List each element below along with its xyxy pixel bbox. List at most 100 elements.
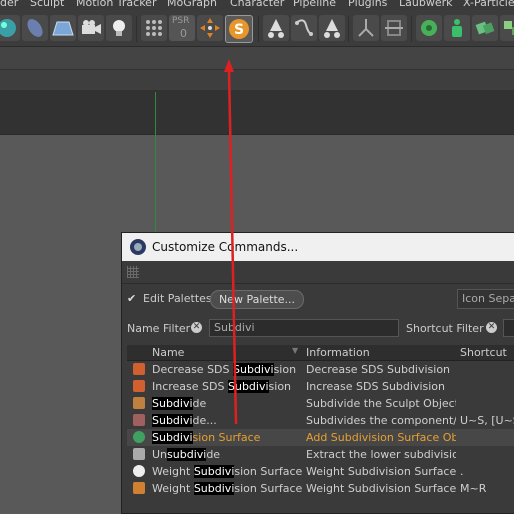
command-information: Increase SDS Subdivision	[306, 380, 446, 393]
table-row[interactable]: Increase SDS Subdivision Increase SDS Sub…	[127, 378, 514, 395]
viewport-header	[0, 90, 514, 135]
name-filter-input[interactable]: Subdivi	[209, 319, 399, 337]
dialog-title: Customize Commands...	[152, 240, 299, 254]
command-shortcut: .	[460, 465, 464, 478]
svg-text:S: S	[234, 22, 244, 38]
shortcut-filter-input[interactable]	[503, 319, 514, 337]
subdivision-s-icon[interactable]: S	[225, 15, 253, 43]
secondary-toolbar	[0, 47, 514, 70]
menu-item-laubwerk[interactable]: Laubwerk	[399, 0, 452, 9]
y-axis-line	[155, 92, 156, 235]
ik-icon[interactable]	[353, 15, 379, 41]
command-information: Weight Subdivision Surface	[306, 482, 456, 495]
command-name-prefix: Decrease SDS	[152, 363, 234, 376]
cone-generator-icon[interactable]	[319, 15, 345, 41]
command-name: Weight Subdivision Surface	[152, 482, 302, 495]
command-name-match: Subdivi	[227, 380, 269, 393]
command-name-match: Subdivi	[193, 465, 235, 478]
menu-item-mograph[interactable]: MoGraph	[167, 0, 217, 9]
viewport-menu-strip	[0, 70, 514, 90]
command-name-suffix: sion	[273, 363, 297, 376]
menu-item-plugins[interactable]: Plugins	[348, 0, 387, 9]
grip-handle-icon[interactable]	[127, 266, 139, 278]
cone-icon[interactable]	[263, 15, 289, 41]
command-name-prefix: Un	[152, 448, 168, 461]
menu-item-x-particles[interactable]: X-Particles	[463, 0, 514, 9]
command-name-prefix: Weight	[152, 465, 194, 478]
palette-options-row: ✔ Edit Palettes New Palette... Icon Sepa…	[122, 283, 514, 314]
table-row[interactable]: Subdivision Surface Add Subdivision Surfa…	[127, 429, 514, 446]
clear-shortcut-filter-icon[interactable]: ✕	[486, 322, 497, 333]
command-name-match: Subdivi	[233, 363, 274, 376]
command-name-suffix: sion Surface	[234, 482, 303, 495]
psr-icon[interactable]: PSR 0	[169, 15, 195, 41]
command-name-suffix: sion Surface	[234, 465, 303, 478]
floor-grid-icon[interactable]	[50, 15, 76, 41]
table-row[interactable]: Subdivide Subdivide the Sculpt Object u	[127, 395, 514, 412]
command-name: Decrease SDS Subdivision	[152, 363, 296, 376]
cinema4d-logo-icon	[130, 239, 146, 255]
light-icon[interactable]	[106, 15, 132, 41]
command-name-prefix: Weight	[152, 482, 194, 495]
command-name: Subdivide	[152, 397, 206, 410]
blocks-icon[interactable]	[500, 15, 514, 41]
edit-palettes-label: Edit Palettes	[143, 292, 212, 305]
table-row[interactable]: Unsubdivide Extract the lower subdivision	[127, 446, 514, 463]
menu-item-motion-tracker[interactable]: Motion Tracker	[76, 0, 156, 9]
command-information: Subdivides the component/o	[306, 414, 456, 427]
dialog-title-bar[interactable]: Customize Commands...	[122, 233, 514, 261]
clear-name-filter-icon[interactable]: ✕	[191, 322, 202, 333]
column-header-name[interactable]: Name	[152, 346, 184, 359]
main-toolbar: PSR 0 S	[0, 10, 514, 47]
command-shortcut: M~R	[460, 482, 487, 495]
menu-item-character[interactable]: Character	[230, 0, 284, 9]
shortcut-filter-label: Shortcut Filter	[406, 322, 484, 335]
command-name-suffix: de	[206, 448, 221, 461]
transform-icon[interactable]	[197, 15, 223, 41]
column-header-shortcut[interactable]: Shortcut	[460, 346, 507, 359]
unsubdivide-icon	[133, 448, 145, 460]
command-name: Subdivision Surface	[152, 431, 260, 444]
decrease-sds-icon	[133, 363, 145, 375]
command-name: Subdivide...	[152, 414, 217, 427]
icon-separator-dropdown[interactable]: Icon Separ	[457, 289, 514, 309]
spline-icon[interactable]	[291, 15, 317, 41]
command-name: Unsubdivide	[152, 448, 220, 461]
table-row[interactable]: Weight Subdivision Surface Weight Subdivi…	[127, 480, 514, 497]
edit-palettes-checkbox[interactable]: ✔	[127, 293, 137, 304]
menu-item-sculpt[interactable]: Sculpt	[30, 0, 64, 9]
table-row[interactable]: Decrease SDS Subdivision Decrease SDS Sub…	[127, 361, 514, 378]
mograph-icon[interactable]	[416, 15, 442, 41]
customize-commands-dialog: Customize Commands... ✔ Edit Palettes Ne…	[121, 232, 514, 514]
psr-label: PSR	[172, 16, 190, 26]
command-shortcut: U~S, [U~SI	[460, 414, 514, 427]
command-name: Weight Subdivision Surface	[152, 465, 302, 478]
command-information: Decrease SDS Subdivision	[306, 363, 451, 376]
command-name-match: Subdivi	[152, 397, 193, 410]
capsule-icon[interactable]	[22, 15, 48, 41]
command-information: Subdivide the Sculpt Object u	[306, 397, 456, 410]
array-icon[interactable]	[141, 15, 167, 41]
deformer-icon[interactable]	[381, 15, 407, 41]
command-name-match: subdivi	[167, 448, 207, 461]
cubes-icon[interactable]	[472, 15, 498, 41]
command-name-suffix: de...	[192, 414, 217, 427]
command-information: Add Subdivision Surface Obje	[306, 431, 456, 444]
subdivide-component-icon	[133, 414, 145, 426]
table-row[interactable]: Subdivide... Subdivides the component/o U~…	[127, 412, 514, 429]
command-table-header: Name ▼ Information Shortcut	[127, 345, 514, 361]
command-name-suffix: de	[192, 397, 207, 410]
name-filter-label: Name Filter	[127, 322, 191, 335]
new-palette-button[interactable]: New Palette...	[210, 290, 304, 309]
psr-value: 0	[180, 27, 187, 40]
menu-item-pipeline[interactable]: Pipeline	[293, 0, 336, 9]
sphere-icon[interactable]	[0, 15, 20, 41]
increase-sds-icon	[133, 380, 145, 392]
table-row[interactable]: Weight Subdivision Surface Weight Subdivi…	[127, 463, 514, 480]
camera-icon[interactable]	[78, 15, 104, 41]
sort-arrow-icon: ▼	[292, 346, 299, 355]
command-information: Extract the lower subdivision	[306, 448, 456, 461]
figure-icon[interactable]	[444, 15, 470, 41]
column-header-information[interactable]: Information	[306, 346, 370, 359]
menu-item-render[interactable]: der	[0, 0, 18, 9]
